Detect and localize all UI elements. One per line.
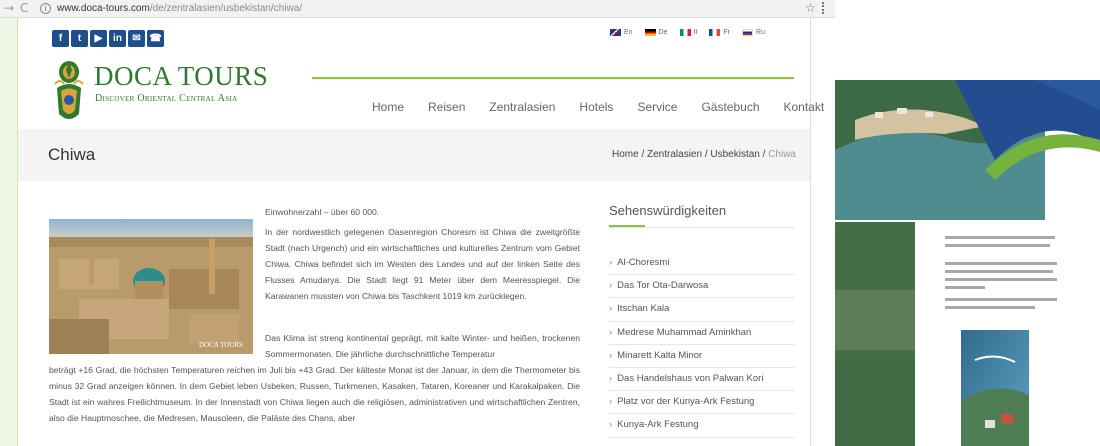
italian-flag-icon [679, 29, 691, 36]
sidebar-item[interactable]: › Das Tor Ota-Darwosa [609, 275, 795, 299]
sidebar-item[interactable]: › Platz vor der Kunya-Ark Festung [609, 391, 795, 415]
lang-en[interactable]: En [610, 29, 633, 36]
sidebar-item[interactable]: › Minarett Kalta Minor [609, 345, 795, 368]
sidebar-item-label: Kunya-Ark Festung [617, 419, 699, 431]
sidebar-item-label: Minarett Kalta Minor [617, 349, 703, 361]
climate-paragraph-start: Das Klima ist streng kontinental geprägt… [265, 333, 580, 359]
lang-it[interactable]: It [679, 29, 698, 36]
chevron-right-icon: › [609, 372, 613, 384]
logo-subtitle: Discover Oriental Central Asia [95, 93, 238, 104]
url-field[interactable]: www.doca-tours.com/de/zentralasien/usbek… [57, 3, 302, 14]
youtube-icon[interactable]: ▶ [90, 30, 107, 47]
breadcrumb-home[interactable]: Home [612, 149, 639, 160]
info-icon[interactable]: i [40, 3, 51, 14]
sidebar-item-label: Das Handelshaus von Palwan Kori [617, 372, 764, 384]
chevron-right-icon: › [609, 326, 613, 338]
brochure-image [835, 0, 1100, 446]
chevron-right-icon: › [609, 349, 613, 361]
bookmark-star-icon[interactable]: ☆ [805, 1, 816, 15]
header-divider [312, 77, 794, 79]
lang-label: En [624, 29, 633, 36]
sidebar-item-label: Al-Choresmi [617, 257, 670, 268]
image-watermark: DOCA TOURS [199, 341, 243, 349]
menu-item-reisen[interactable]: Reisen [428, 100, 465, 114]
german-flag-icon [644, 29, 656, 36]
lang-label: De [658, 29, 668, 36]
sidebar-title-rule [609, 227, 795, 228]
menu-item-gaestebuch[interactable]: Gästebuch [701, 100, 759, 114]
uk-flag-icon [610, 29, 621, 36]
phone-icon[interactable]: ☎ [147, 30, 164, 47]
breadcrumb-usbekistan[interactable]: Usbekistan [710, 149, 759, 160]
url-host: www.doca-tours.com [57, 3, 150, 14]
web-page: f t ▶ in ✉ ☎ En De It Fr Ru DOCA TOURS D… [0, 18, 835, 446]
lang-fr[interactable]: Fr [709, 29, 730, 36]
intro-paragraph: In der nordwestlich gelegenen Oasenregio… [265, 227, 580, 301]
sidebar-item-label: Platz vor der Kunya-Ark Festung [617, 396, 755, 408]
sidebar-title: Sehenswürdigkeiten [609, 203, 727, 218]
main-menu: Home Reisen Zentralasien Hotels Service … [372, 100, 848, 114]
population-text: Einwohnerzahl – über 60 000. [265, 207, 380, 217]
logo-emblem-icon[interactable] [52, 58, 86, 126]
page-margin-left [0, 18, 18, 446]
sights-list: › Al-Choresmi › Das Tor Ota-Darwosa › Itsch… [609, 252, 795, 438]
sidebar-item-label: Medrese Muhammad Aminkhan [617, 326, 752, 338]
url-path: /de/zentralasien/usbekistan/chiwa/ [149, 3, 303, 14]
menu-item-service[interactable]: Service [637, 100, 677, 114]
language-switcher: En De It Fr Ru [610, 29, 765, 36]
menu-item-kontakt[interactable]: Kontakt [784, 100, 825, 114]
twitter-icon[interactable]: t [71, 30, 88, 47]
lang-label: Ru [756, 29, 765, 36]
breadcrumb-current: Chiwa [768, 149, 796, 160]
chevron-right-icon: › [609, 280, 613, 292]
browser-menu-icon[interactable] [822, 2, 830, 14]
lang-ru[interactable]: Ru [742, 29, 765, 36]
social-icons: f t ▶ in ✉ ☎ [52, 30, 164, 47]
page-title: Chiwa [48, 145, 96, 164]
russian-flag-icon [742, 29, 754, 36]
sidebar-item[interactable]: › Kunya-Ark Festung [609, 414, 795, 438]
facebook-icon[interactable]: f [52, 30, 69, 47]
reload-icon[interactable]: C [20, 1, 28, 15]
linkedin-icon[interactable]: in [109, 30, 126, 47]
browser-address-bar: → C i www.doca-tours.com/de/zentralasien… [0, 0, 835, 18]
menu-item-hotels[interactable]: Hotels [579, 100, 613, 114]
breadcrumb-zentralasien[interactable]: Zentralasien [647, 149, 702, 160]
city-photo: DOCA TOURS [49, 219, 253, 354]
forward-icon[interactable]: → [4, 1, 14, 15]
menu-item-zentralasien[interactable]: Zentralasien [489, 100, 555, 114]
chevron-right-icon: › [609, 257, 613, 268]
chevron-right-icon: › [609, 303, 613, 315]
chevron-right-icon: › [609, 419, 613, 431]
sidebar-item-label: Itschan Kala [617, 303, 670, 315]
sidebar-item[interactable]: › Itschan Kala [609, 298, 795, 322]
sidebar-item-label: Das Tor Ota-Darwosa [617, 280, 709, 292]
chevron-right-icon: › [609, 396, 613, 408]
logo-title[interactable]: DOCA TOURS [94, 61, 268, 92]
sidebar-item[interactable]: › Das Handelshaus von Palwan Kori [609, 368, 795, 392]
lang-de[interactable]: De [644, 29, 668, 36]
french-flag-icon [709, 29, 721, 36]
breadcrumb: Home / Zentralasien / Usbekistan / Chiwa [611, 149, 796, 160]
lang-label: It [693, 29, 698, 36]
sidebar-item[interactable]: › Medrese Muhammad Aminkhan [609, 322, 795, 345]
sidebar-item[interactable]: › Al-Choresmi [609, 252, 795, 276]
page-margin-right [810, 18, 835, 446]
lang-label: Fr [723, 29, 731, 36]
page-title-bar: Chiwa Home / Zentralasien / Usbekistan /… [18, 129, 810, 181]
mail-icon[interactable]: ✉ [128, 30, 145, 47]
climate-paragraph-continued: beträgt +16 Grad, die höchsten Temperatu… [49, 365, 580, 423]
menu-item-home[interactable]: Home [372, 100, 404, 114]
